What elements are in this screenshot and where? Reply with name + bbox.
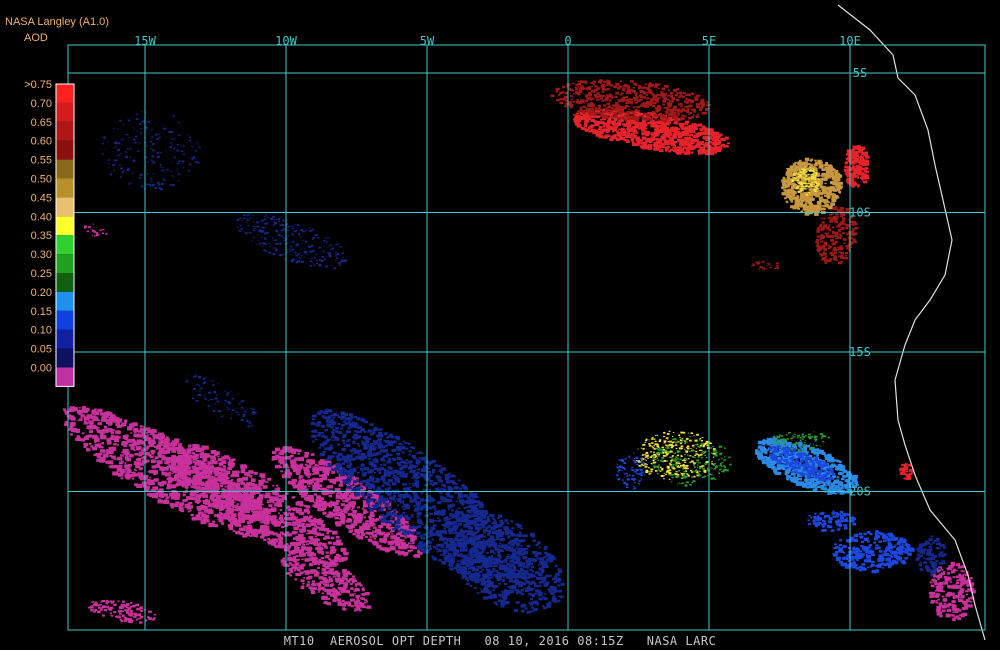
plume-navy-4 bbox=[807, 510, 857, 532]
legend-label: >0.75 bbox=[24, 79, 52, 91]
latitude-label: 15S bbox=[849, 345, 871, 359]
legend-label: 0.65 bbox=[31, 117, 52, 129]
legend-swatch bbox=[56, 121, 74, 141]
legend-swatch bbox=[56, 197, 74, 217]
legend-label: 0.60 bbox=[31, 136, 52, 148]
latitude-label: 5S bbox=[853, 66, 867, 80]
plume-navy-7 bbox=[100, 111, 201, 191]
legend-label: 0.70 bbox=[31, 98, 52, 110]
latitude-label: 10S bbox=[849, 206, 871, 220]
plume-navy-8 bbox=[185, 375, 257, 428]
legend-swatch bbox=[56, 178, 74, 198]
longitude-label: 10W bbox=[275, 34, 297, 48]
legend-swatch bbox=[56, 310, 74, 330]
legend-swatch bbox=[56, 254, 74, 273]
legend-swatch bbox=[56, 102, 74, 122]
longitude-label: 0 bbox=[564, 34, 571, 48]
longitude-label: 10E bbox=[839, 34, 861, 48]
legend-label: 0.35 bbox=[31, 230, 52, 242]
legend-swatch bbox=[56, 348, 74, 368]
africa-coastline bbox=[837, 4, 986, 641]
legend-label: 0.25 bbox=[31, 268, 52, 280]
legend-label: 0.50 bbox=[31, 174, 52, 186]
legend-label: 0.55 bbox=[31, 155, 52, 167]
legend-swatch bbox=[56, 84, 74, 103]
legend-title: NASA Langley (A1.0) bbox=[5, 16, 109, 28]
legend-swatch bbox=[56, 291, 74, 311]
legend-label: 0.45 bbox=[31, 192, 52, 204]
legend-subtitle: AOD bbox=[24, 32, 48, 44]
plume-navy-6 bbox=[236, 213, 347, 270]
longitude-label: 5W bbox=[420, 34, 435, 48]
legend-label: 0.40 bbox=[31, 211, 52, 223]
legend-label: 0.20 bbox=[31, 287, 52, 299]
legend-swatch bbox=[56, 329, 74, 349]
coastline bbox=[837, 4, 986, 641]
aerosol-map: 15W 10W 5W 0 5E 10E 5S 10S 15S 20S >0.75 0.70 0.65 0… bbox=[0, 0, 1000, 650]
legend-swatch bbox=[56, 216, 74, 236]
plume-navy-3 bbox=[832, 530, 915, 574]
legend-swatch bbox=[56, 367, 74, 387]
longitude-label: 15W bbox=[134, 34, 156, 48]
latitude-label: 20S bbox=[849, 485, 871, 499]
footer-caption: MT10 AEROSOL OPT DEPTH 08 10, 2016 08:15… bbox=[283, 634, 717, 648]
plume-lightblue-core bbox=[768, 445, 836, 482]
legend-label: 0.10 bbox=[31, 325, 52, 337]
plume-red-6 bbox=[751, 260, 780, 271]
color-legend: >0.75 0.70 0.65 0.60 0.55 0.50 0.45 0.40 0.35 0.3… bbox=[24, 79, 75, 387]
map-canvas: 15W 10W 5W 0 5E 10E 5S 10S 15S 20S >0.75 0.70 0.65 0… bbox=[24, 4, 986, 641]
plume-magenta-7 bbox=[84, 223, 108, 237]
longitude-label: 5E bbox=[702, 34, 716, 48]
plume-magenta-5 bbox=[87, 599, 157, 624]
legend-label: 0.00 bbox=[31, 363, 52, 375]
legend-swatch bbox=[56, 235, 74, 255]
plume-red-3 bbox=[843, 144, 870, 188]
legend-swatch bbox=[56, 159, 74, 179]
legend-swatch bbox=[56, 140, 74, 160]
legend-label: 0.30 bbox=[31, 249, 52, 261]
legend-label: 0.15 bbox=[31, 306, 52, 318]
plume-magenta-4 bbox=[280, 549, 372, 612]
legend-label: 0.05 bbox=[31, 344, 52, 356]
plume-navy-9 bbox=[615, 452, 646, 491]
legend-swatch bbox=[56, 273, 74, 292]
